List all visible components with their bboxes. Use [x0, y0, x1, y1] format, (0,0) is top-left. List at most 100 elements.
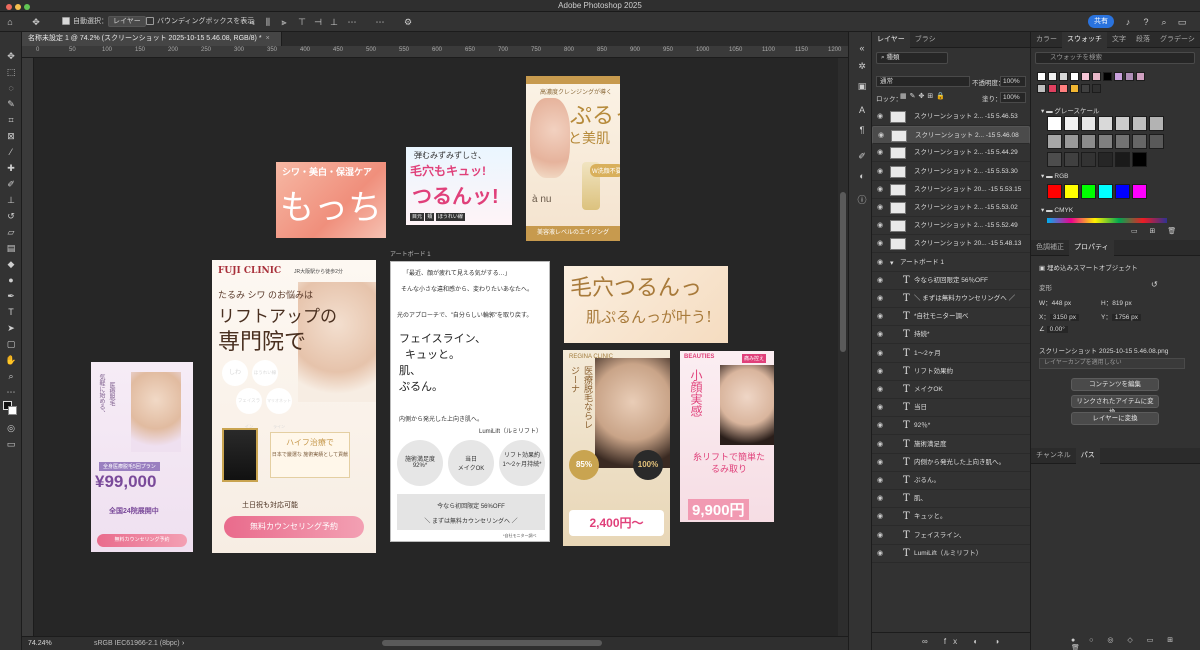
layer-row[interactable]: ◉ T リフト効果約 [872, 363, 1030, 381]
swatch-search-input[interactable]: スウォッチを検索 [1035, 52, 1195, 64]
distribute-icon[interactable]: ⋯ [346, 16, 358, 28]
visibility-eye-icon[interactable]: ◉ [877, 345, 883, 363]
recent-swatches[interactable] [1037, 72, 1197, 102]
convert-to-linked-button[interactable]: リンクされたアイテムに変換... [1071, 395, 1159, 416]
layer-row[interactable]: ◉ T 92％* [872, 417, 1030, 436]
dodge-tool-icon[interactable]: ● [4, 274, 18, 286]
tab-swatches[interactable]: スウォッチ [1062, 32, 1107, 48]
gray-swatch[interactable] [1047, 152, 1062, 167]
gray-swatch[interactable] [1064, 152, 1079, 167]
image-cleansing-ad[interactable]: 高濃度クレンジングが導く ぷるっ と美肌 à nu W洗顔不要 美容液レベルのエ… [526, 76, 620, 241]
pen-tool-icon[interactable]: ✒ [4, 290, 18, 302]
layer-row[interactable]: ◉ スクリーンショット 2... -15 5.46.53 [872, 108, 1030, 126]
layer-row[interactable]: ◉ T 1〜2ヶ月 [872, 345, 1030, 363]
move-tool-icon[interactable]: ✥ [4, 50, 18, 62]
opacity-input[interactable]: 100% [1000, 76, 1026, 87]
layer-row[interactable]: ◉ T *自社モニター調べ [872, 308, 1030, 327]
layer-row[interactable]: ◉ スクリーンショット 2... -15 5.52.49 [872, 217, 1030, 236]
more-tools-icon[interactable]: ⋯ [4, 386, 18, 398]
layer-row[interactable]: ◉ T 内側から発光した上向き肌へ。 [872, 454, 1030, 472]
gray-swatch[interactable] [1081, 116, 1096, 131]
visibility-eye-icon[interactable]: ◉ [877, 254, 883, 272]
help-icon[interactable]: ? [1140, 16, 1152, 28]
screen-mode-icon[interactable]: ▭ [4, 438, 18, 450]
search-icon[interactable]: ⌕ [1158, 16, 1170, 28]
gray-swatch[interactable] [1098, 134, 1113, 149]
visibility-eye-icon[interactable]: ◉ [877, 454, 883, 472]
swatch-group-cmyk[interactable]: ▾ ▬ CMYK [1041, 206, 1073, 214]
gray-swatch[interactable] [1047, 134, 1062, 149]
swatch-actions[interactable]: ▭ ⊞ 🗑 [1131, 227, 1181, 235]
gray-swatch[interactable] [1047, 116, 1062, 131]
tab-brushes[interactable]: ブラシ [910, 32, 941, 48]
layer-comp-select[interactable]: レイヤーカンプを適用しない [1039, 358, 1185, 369]
status-arrow-icon[interactable]: › [182, 637, 184, 650]
w-field[interactable]: W：448 px [1039, 297, 1071, 307]
visibility-eye-icon[interactable]: ◉ [877, 144, 883, 162]
gray-swatch[interactable] [1115, 152, 1130, 167]
image-pore-banner[interactable]: 毛穴つるんっ 肌ぷるんっが叶う! [564, 266, 728, 343]
history-icon[interactable]: ▣ [855, 80, 869, 92]
align-bottom-icon[interactable]: ⊥ [328, 16, 340, 28]
path-select-icon[interactable]: ➤ [4, 322, 18, 334]
color-swatch[interactable] [1037, 84, 1046, 93]
blur-tool-icon[interactable]: ◆ [4, 258, 18, 270]
close-tab-icon[interactable]: × [266, 35, 270, 42]
gray-swatch[interactable] [1115, 116, 1130, 131]
layer-row[interactable]: ◉ スクリーンショット 2... -15 5.53.02 [872, 199, 1030, 217]
gray-swatch[interactable] [1149, 116, 1164, 131]
tab-paths[interactable]: パス [1075, 448, 1100, 464]
gradient-tool-icon[interactable]: ▤ [4, 242, 18, 254]
layer-row[interactable]: ◉ T 施術満足度 [872, 436, 1030, 454]
visibility-eye-icon[interactable]: ◉ [877, 326, 883, 344]
marquee-tool-icon[interactable]: ⬚ [4, 66, 18, 78]
horizontal-scroll-thumb[interactable] [382, 640, 602, 646]
lock-icons[interactable]: ▦✎✥⊞🔒 [900, 92, 948, 100]
align-middle-icon[interactable]: ⊣ [312, 16, 324, 28]
home-icon[interactable]: ⌂ [4, 16, 16, 28]
tab-properties[interactable]: プロパティ [1069, 240, 1114, 256]
color-swatch[interactable] [1092, 72, 1101, 81]
tab-adjustments[interactable]: 色調補正 [1031, 240, 1069, 256]
character-icon[interactable]: A [855, 104, 869, 116]
blend-mode-select[interactable]: 通常 [876, 76, 970, 87]
auto-select-toggle[interactable]: 自動選択： [62, 16, 108, 28]
gray-swatch[interactable] [1098, 116, 1113, 131]
image-beauties-ad[interactable]: BEAUTIES 痛み控え 小顔実感 糸リフトで簡単たるみ取り 9,900円 [680, 351, 774, 522]
visibility-eye-icon[interactable]: ◉ [878, 127, 884, 145]
color-swatch[interactable] [1081, 72, 1090, 81]
reset-transform-icon[interactable]: ↺ [1151, 280, 1158, 289]
gray-swatch[interactable] [1081, 134, 1096, 149]
bell-icon[interactable]: ♪ [1122, 16, 1134, 28]
align-top-icon[interactable]: ⊤ [296, 16, 308, 28]
layer-row[interactable]: ◉ スクリーンショット 2... -15 5.44.29 [872, 144, 1030, 163]
swatch-group-grayscale[interactable]: ▾ ▬ グレースケール [1041, 105, 1100, 115]
move-tool-icon[interactable]: ✥ [30, 16, 42, 28]
share-button[interactable]: 共有 [1088, 15, 1114, 28]
visibility-eye-icon[interactable]: ◉ [877, 290, 883, 308]
tab-color[interactable]: カラー [1031, 32, 1062, 48]
healing-tool-icon[interactable]: ✚ [4, 162, 18, 174]
layer-row[interactable]: ◉ T フェイスライン、 [872, 527, 1030, 545]
zoom-tool-icon[interactable]: ⌕ [4, 370, 18, 382]
brush-settings-icon[interactable]: ✐ [855, 150, 869, 162]
tab-character[interactable]: 文字 [1107, 32, 1131, 48]
rgb-swatch[interactable] [1115, 184, 1130, 199]
eraser-tool-icon[interactable]: ▱ [4, 226, 18, 238]
align-left-icon[interactable]: ⫷ [246, 16, 258, 28]
visibility-eye-icon[interactable]: ◉ [877, 181, 883, 199]
gear-icon[interactable]: ⚙ [402, 16, 414, 28]
visibility-eye-icon[interactable]: ◉ [877, 381, 883, 399]
edit-contents-button[interactable]: コンテンツを編集 [1071, 378, 1159, 391]
canvas-area[interactable]: シワ・美白・保湿ケア もっちり 弾むみずみずしさ、 毛穴もキュッ! つるんッ! … [34, 58, 838, 636]
paragraph-icon[interactable]: ¶ [855, 124, 869, 136]
visibility-eye-icon[interactable]: ◉ [877, 108, 883, 126]
visibility-eye-icon[interactable]: ◉ [877, 417, 883, 435]
layer-row[interactable]: ◉ スクリーンショット 20... -15 5.53.15 [872, 181, 1030, 199]
info-icon[interactable]: ⓘ [855, 194, 869, 206]
h-field[interactable]: H：819 px [1101, 297, 1132, 307]
layer-row[interactable]: ◉ T 持続* [872, 326, 1030, 345]
auto-select-checkbox[interactable] [62, 17, 70, 26]
history-brush-icon[interactable]: ↺ [4, 210, 18, 222]
visibility-eye-icon[interactable]: ◉ [877, 308, 883, 326]
